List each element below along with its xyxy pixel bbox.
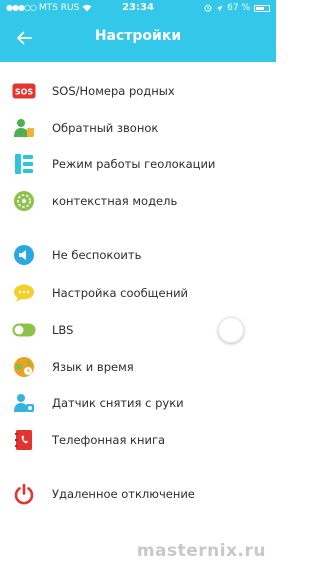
settings-item-wrist-sensor[interactable]: Датчик снятия с руки (0, 386, 276, 420)
settings-item-label: Удаленное отключение (52, 487, 195, 501)
settings-item-label: Язык и время (52, 360, 134, 374)
settings-item-phonebook[interactable]: Телефонная книга (0, 423, 276, 457)
settings-item-label: SOS/Номера родных (52, 84, 175, 98)
wrist-sensor-icon (12, 391, 36, 415)
lbs-toggle-switch[interactable] (218, 317, 244, 343)
settings-item-label: Настройка сообщений (52, 286, 189, 300)
battery-fill (256, 6, 265, 10)
status-bar: ●●●○○ MTS RUS 23:34 67 % (0, 0, 276, 16)
location-arrow-icon (216, 5, 223, 11)
power-icon (12, 482, 36, 506)
lbs-toggle-icon (12, 318, 36, 342)
settings-item-callback[interactable]: Обратный звонок (0, 111, 276, 145)
settings-item-language-time[interactable]: Язык и время (0, 350, 276, 384)
settings-item-remote-shutdown[interactable]: Удаленное отключение (0, 477, 276, 511)
status-right: 67 % (204, 0, 270, 16)
page-title: Настройки (94, 28, 182, 44)
settings-item-label: Датчик снятия с руки (52, 396, 184, 410)
battery-icon (254, 4, 270, 12)
battery-percent: 67 % (227, 3, 250, 13)
nav-bar: Настройки (0, 18, 276, 58)
phonebook-icon (12, 428, 36, 452)
do-not-disturb-icon (12, 243, 36, 267)
context-model-icon (12, 189, 36, 213)
settings-item-geolocation[interactable]: Режим работы геолокации (0, 147, 276, 181)
language-time-icon (12, 355, 36, 379)
sos-icon-text: SOS (15, 88, 34, 97)
sos-icon: SOS (12, 79, 36, 103)
app-header: ●●●○○ MTS RUS 23:34 67 % Настройки (0, 0, 276, 62)
settings-item-lbs[interactable]: LBS (0, 313, 276, 347)
geolocation-list-icon (12, 152, 36, 176)
settings-item-label: контекстная модель (52, 194, 178, 208)
settings-item-label: Режим работы геолокации (52, 157, 216, 171)
settings-item-context-model[interactable]: контекстная модель (0, 184, 276, 218)
settings-item-messages[interactable]: Настройка сообщений (0, 276, 276, 310)
settings-item-do-not-disturb[interactable]: Не беспокоить (0, 238, 276, 272)
settings-item-sos[interactable]: SOS SOS/Номера родных (0, 74, 276, 108)
person-call-icon (12, 116, 36, 140)
settings-item-label: Обратный звонок (52, 121, 159, 135)
message-chat-icon (12, 281, 36, 305)
settings-item-label: LBS (52, 323, 74, 337)
settings-item-label: Не беспокоить (52, 248, 142, 262)
watermark: masternix.ru (136, 541, 266, 561)
settings-item-label: Телефонная книга (52, 433, 166, 447)
alarm-icon (204, 4, 212, 12)
